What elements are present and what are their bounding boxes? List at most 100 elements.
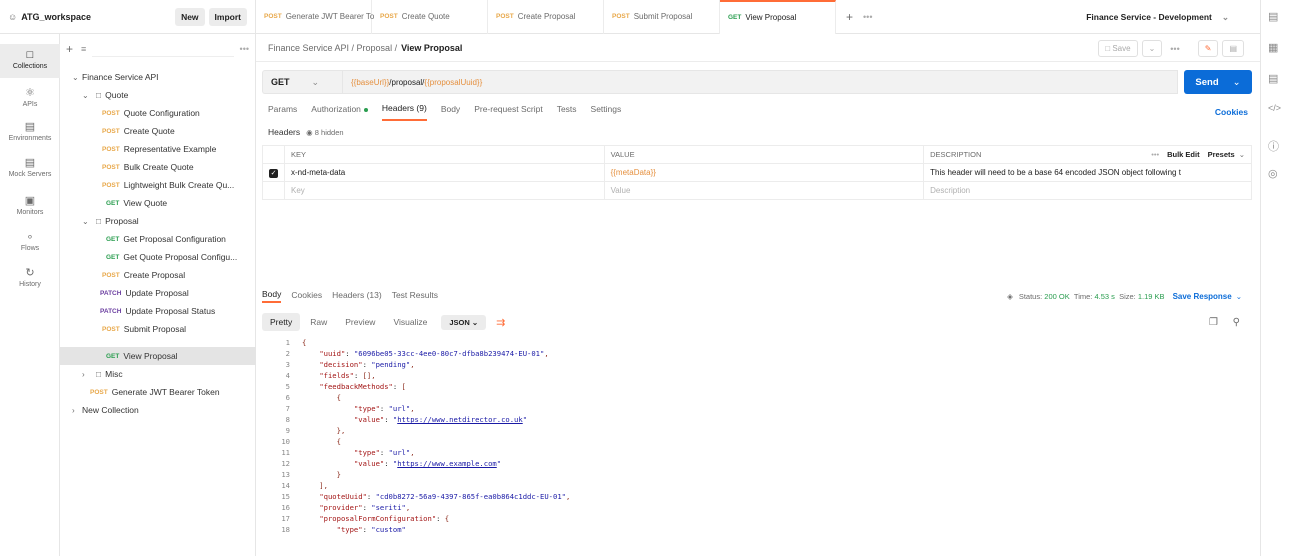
sidebar-search-input[interactable] xyxy=(92,41,234,57)
chevron-right-icon: › xyxy=(82,369,85,379)
nav-collections[interactable]: □ Collections xyxy=(0,44,60,78)
tab-create-proposal[interactable]: POST Create Proposal xyxy=(488,0,604,34)
more-tabs-icon[interactable]: ••• xyxy=(863,12,872,22)
new-key-input[interactable]: Key xyxy=(284,181,605,200)
nav-apis[interactable]: ⚛ APIs xyxy=(0,86,60,108)
tree-folder-quote[interactable]: ⌄ □ Quote xyxy=(60,86,256,104)
code-icon[interactable]: </> xyxy=(1268,103,1281,113)
header-enabled-checkbox[interactable]: ✓ xyxy=(269,168,278,178)
response-body-code[interactable]: 1 {2 "uuid": "6096be05-33cc-4ee0-80c7-dfb… xyxy=(262,338,1247,556)
nav-mock-servers[interactable]: ▤ Mock Servers xyxy=(0,156,60,178)
new-desc-input[interactable]: Description xyxy=(923,181,1252,200)
sidebar-more-icon[interactable]: ••• xyxy=(240,44,249,54)
environments-icon: ▤ xyxy=(24,121,36,133)
search-icon[interactable]: ⚲ xyxy=(1233,317,1240,328)
new-value-input[interactable]: Value xyxy=(603,181,925,200)
resp-tab-body[interactable]: Body xyxy=(262,289,282,303)
tree-request[interactable]: GET Get Quote Proposal Configu... xyxy=(60,248,256,266)
bulk-edit-button[interactable]: Bulk Edit xyxy=(1167,150,1200,159)
workspace-name[interactable]: ATG_workspace xyxy=(21,12,91,22)
nav-environments[interactable]: ▤ Environments xyxy=(0,120,60,142)
tree-request[interactable]: POST Submit Proposal xyxy=(60,320,256,338)
view-pretty[interactable]: Pretty xyxy=(262,313,301,331)
info-icon[interactable]: ⓘ xyxy=(1268,138,1279,154)
tree-request[interactable]: POST Create Proposal xyxy=(60,266,256,284)
tree-new-collection[interactable]: › New Collection xyxy=(60,401,256,419)
tab-body[interactable]: Body xyxy=(441,104,460,120)
right-context-bar: ▤ ▦ ▤ </> ⓘ ◎ xyxy=(1260,0,1289,556)
edit-pencil-icon[interactable]: ✎ xyxy=(1197,40,1219,57)
table-more-icon[interactable]: ••• xyxy=(1151,150,1159,159)
tree-folder-proposal[interactable]: ⌄ □ Proposal xyxy=(60,212,256,230)
method-select[interactable]: GET ⌄ xyxy=(262,70,342,94)
presets-dropdown[interactable]: Presets xyxy=(1208,150,1235,159)
tree-request[interactable]: PATCH Update Proposal xyxy=(60,284,256,302)
code-line: { xyxy=(302,437,341,446)
documentation-icon[interactable]: ▦ xyxy=(1268,41,1278,54)
url-input[interactable]: {{baseUrl}}/proposal/{{proposalUuid}} xyxy=(342,70,1178,94)
nav-flows[interactable]: ∘ Flows xyxy=(0,230,60,252)
hidden-headers-toggle[interactable]: ◉ 8 hidden xyxy=(306,128,343,137)
tree-request[interactable]: PATCH Update Proposal Status xyxy=(60,302,256,320)
environment-select[interactable]: Finance Service - Development ⌄ xyxy=(1086,0,1229,34)
header-key-cell[interactable]: x-nd-meta-data xyxy=(284,163,605,182)
tab-create-quote[interactable]: POST Create Quote xyxy=(372,0,488,34)
tree-folder-misc[interactable]: › □ Misc xyxy=(60,365,256,383)
tree-request[interactable]: POST Representative Example xyxy=(60,140,256,158)
nav-monitors[interactable]: ▣ Monitors xyxy=(0,194,60,216)
save-button[interactable]: □ Save xyxy=(1098,40,1138,57)
resp-tab-headers[interactable]: Headers (13) xyxy=(332,290,382,302)
add-collection-plus-icon[interactable]: + xyxy=(66,42,73,56)
filter-icon[interactable]: ≡ xyxy=(81,44,86,54)
response-time[interactable]: 4.53 s xyxy=(1094,292,1114,301)
chevron-down-icon: ⌄ xyxy=(1238,150,1245,159)
chevron-down-icon: ⌄ xyxy=(72,72,79,82)
tab-generate-jwt[interactable]: POST Generate JWT Bearer To xyxy=(256,0,374,34)
tree-request[interactable]: POST Bulk Create Quote xyxy=(60,158,256,176)
tab-submit-proposal[interactable]: POST Submit Proposal xyxy=(604,0,720,34)
resp-tab-tests[interactable]: Test Results xyxy=(392,290,438,302)
header-value-cell[interactable]: {{metaData}} xyxy=(603,163,925,182)
view-raw[interactable]: Raw xyxy=(302,313,335,331)
tree-collection-finance[interactable]: ⌄ Finance Service API xyxy=(60,68,256,86)
tree-request[interactable]: POST Quote Configuration xyxy=(60,104,256,122)
tab-prerequest-script[interactable]: Pre-request Script xyxy=(474,104,543,120)
status-code[interactable]: 200 OK xyxy=(1044,292,1069,301)
import-button[interactable]: Import xyxy=(208,7,247,26)
format-select[interactable]: JSON ⌄ xyxy=(441,314,487,330)
tab-headers[interactable]: Headers (9) xyxy=(381,103,427,121)
nav-history[interactable]: ↻ History xyxy=(0,266,60,288)
tree-request[interactable]: POST Generate JWT Bearer Token xyxy=(60,383,256,401)
save-dropdown[interactable]: ⌄ xyxy=(1141,40,1163,57)
tree-request[interactable]: POST Lightweight Bulk Create Qu... xyxy=(60,176,256,194)
send-button[interactable]: Send ⌄ xyxy=(1184,70,1252,94)
wrap-lines-icon[interactable]: ⇉ xyxy=(496,316,505,329)
header-desc-cell[interactable]: This header will need to be a base 64 en… xyxy=(923,163,1252,182)
tree-request-selected[interactable]: GET View Proposal xyxy=(60,347,256,365)
tab-params[interactable]: Params xyxy=(268,104,297,120)
new-tab-plus-icon[interactable]: + xyxy=(846,10,853,24)
tree-request[interactable]: POST Create Quote xyxy=(60,122,256,140)
collections-icon: □ xyxy=(26,49,34,61)
cookies-link[interactable]: Cookies xyxy=(1215,107,1248,117)
response-size[interactable]: 1.19 KB xyxy=(1138,292,1165,301)
docs-panel-icon[interactable]: ▤ xyxy=(1222,40,1244,57)
comments-icon[interactable]: ▤ xyxy=(1268,72,1278,85)
tab-tests[interactable]: Tests xyxy=(557,104,577,120)
breadcrumb: Finance Service API / Proposal / View Pr… xyxy=(256,34,1260,62)
related-collections-icon[interactable]: ◎ xyxy=(1268,167,1278,180)
tab-view-proposal[interactable]: GET View Proposal xyxy=(720,0,836,34)
new-button[interactable]: New xyxy=(175,7,205,26)
environment-quick-look-icon[interactable]: ▤ xyxy=(1268,10,1278,23)
save-response-button[interactable]: Save Response xyxy=(1173,292,1232,301)
tree-request[interactable]: GET View Quote xyxy=(60,194,256,212)
tab-settings[interactable]: Settings xyxy=(591,104,622,120)
resp-tab-cookies[interactable]: Cookies xyxy=(291,290,322,302)
copy-icon[interactable]: ❐ xyxy=(1209,317,1218,328)
view-visualize[interactable]: Visualize xyxy=(385,313,435,331)
more-actions-icon[interactable]: ••• xyxy=(1170,44,1179,54)
tab-authorization[interactable]: Authorization xyxy=(311,104,368,120)
view-preview[interactable]: Preview xyxy=(337,313,383,331)
tree-request[interactable]: GET Get Proposal Configuration xyxy=(60,230,256,248)
workspace-bar: ☺ ATG_workspace New Import xyxy=(0,0,256,34)
